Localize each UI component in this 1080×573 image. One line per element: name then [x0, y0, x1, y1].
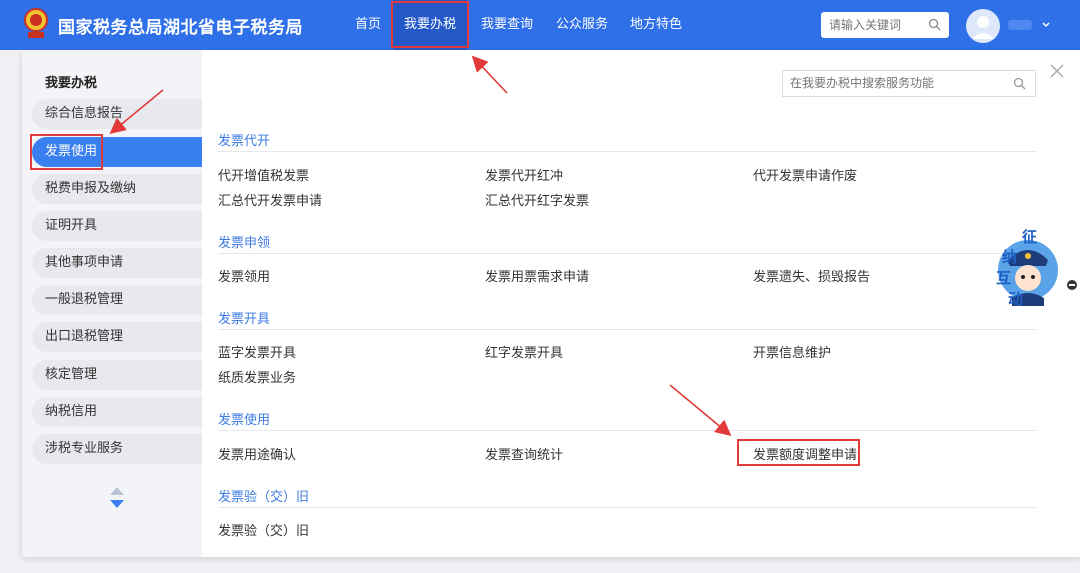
tax-emblem-icon: [24, 8, 48, 38]
site-title: 国家税务总局湖北省电子税务局: [58, 18, 303, 38]
link-paper-invoice[interactable]: 纸质发票业务: [218, 367, 296, 386]
interaction-mascot[interactable]: 征 纳 互 动: [972, 226, 1058, 322]
dropdown-panel: 我要办税 综合信息报告 发票使用 税费申报及缴纳 证明开具 其他事项申请 一般退…: [22, 50, 1080, 557]
sidebar-item-assessment[interactable]: 核定管理: [32, 360, 202, 390]
quota-adjust-highlight-box: [737, 439, 860, 466]
nav-public-service[interactable]: 公众服务: [556, 0, 608, 50]
search-icon[interactable]: [1013, 77, 1026, 90]
link-agent-vat-invoice[interactable]: 代开增值税发票: [218, 165, 309, 184]
mascot-text: 纳: [1002, 248, 1018, 266]
section-title-invoice-use: 发票使用: [218, 413, 271, 428]
link-invoice-verify-old[interactable]: 发票验（交）旧: [218, 520, 309, 539]
chevron-down-icon[interactable]: [1041, 20, 1051, 30]
sidebar-item-info-report[interactable]: 综合信息报告: [32, 99, 202, 129]
section-divider: [218, 151, 1036, 152]
sidebar-item-professional[interactable]: 涉税专业服务: [32, 434, 202, 464]
sidebar-item-export-refund[interactable]: 出口退税管理: [32, 322, 202, 352]
sidebar-item-general-refund[interactable]: 一般退税管理: [32, 285, 202, 315]
service-search-input[interactable]: [790, 71, 1005, 96]
section-divider: [218, 329, 1036, 330]
section-title-invoice-verify: 发票验（交）旧: [218, 490, 310, 505]
section-title-invoice-agent: 发票代开: [218, 134, 271, 149]
header-search-box[interactable]: [821, 12, 949, 38]
scroll-arrows-icon[interactable]: [108, 486, 126, 510]
mascot-text: 互: [996, 269, 1012, 287]
minimize-icon[interactable]: [1067, 280, 1077, 290]
link-invoice-loss-report[interactable]: 发票遗失、损毁报告: [753, 266, 870, 285]
sidebar-item-credit[interactable]: 纳税信用: [32, 397, 202, 427]
link-invoice-collect[interactable]: 发票领用: [218, 266, 270, 285]
service-search-box[interactable]: [782, 70, 1036, 97]
section-title-invoice-issue: 发票开具: [218, 312, 271, 327]
link-agent-red-reversal[interactable]: 发票代开红冲: [485, 165, 563, 184]
top-header: 国家税务总局湖北省电子税务局 首页 我要办税 我要查询 公众服务 地方特色: [0, 0, 1080, 50]
nav-query[interactable]: 我要查询: [481, 0, 533, 50]
sidebar: 我要办税 综合信息报告 发票使用 税费申报及缴纳 证明开具 其他事项申请 一般退…: [22, 50, 202, 557]
nav-local-features[interactable]: 地方特色: [630, 0, 682, 50]
sidebar-highlight-box: [30, 134, 103, 170]
link-agent-cancel-request[interactable]: 代开发票申请作废: [753, 165, 857, 184]
link-invoice-query-stats[interactable]: 发票查询统计: [485, 444, 563, 463]
section-divider: [218, 507, 1036, 508]
link-billing-info[interactable]: 开票信息维护: [753, 342, 831, 361]
section-divider: [218, 253, 1036, 254]
link-summary-agent-request[interactable]: 汇总代开发票申请: [218, 190, 322, 209]
link-red-invoice[interactable]: 红字发票开具: [485, 342, 563, 361]
mascot-text: 动: [1008, 290, 1024, 308]
nav-highlight-box: [391, 1, 469, 48]
user-name[interactable]: [1008, 20, 1032, 30]
sidebar-item-certificate[interactable]: 证明开具: [32, 211, 202, 241]
link-invoice-demand[interactable]: 发票用票需求申请: [485, 266, 589, 285]
search-icon[interactable]: [928, 18, 941, 31]
section-divider: [218, 430, 1036, 431]
header-search-input[interactable]: [829, 12, 929, 38]
link-invoice-purpose-confirm[interactable]: 发票用途确认: [218, 444, 296, 463]
sidebar-title: 我要办税: [45, 76, 98, 91]
close-icon[interactable]: [1050, 64, 1064, 78]
user-avatar-icon[interactable]: [966, 9, 1000, 43]
section-title-invoice-apply: 发票申领: [218, 236, 271, 251]
nav-home[interactable]: 首页: [355, 0, 381, 50]
mascot-text: 征: [1022, 228, 1038, 246]
sidebar-item-other-requests[interactable]: 其他事项申请: [32, 248, 202, 278]
sidebar-item-tax-filing[interactable]: 税费申报及缴纳: [32, 174, 202, 204]
link-summary-red-invoice[interactable]: 汇总代开红字发票: [485, 190, 589, 209]
link-blue-invoice[interactable]: 蓝字发票开具: [218, 342, 296, 361]
